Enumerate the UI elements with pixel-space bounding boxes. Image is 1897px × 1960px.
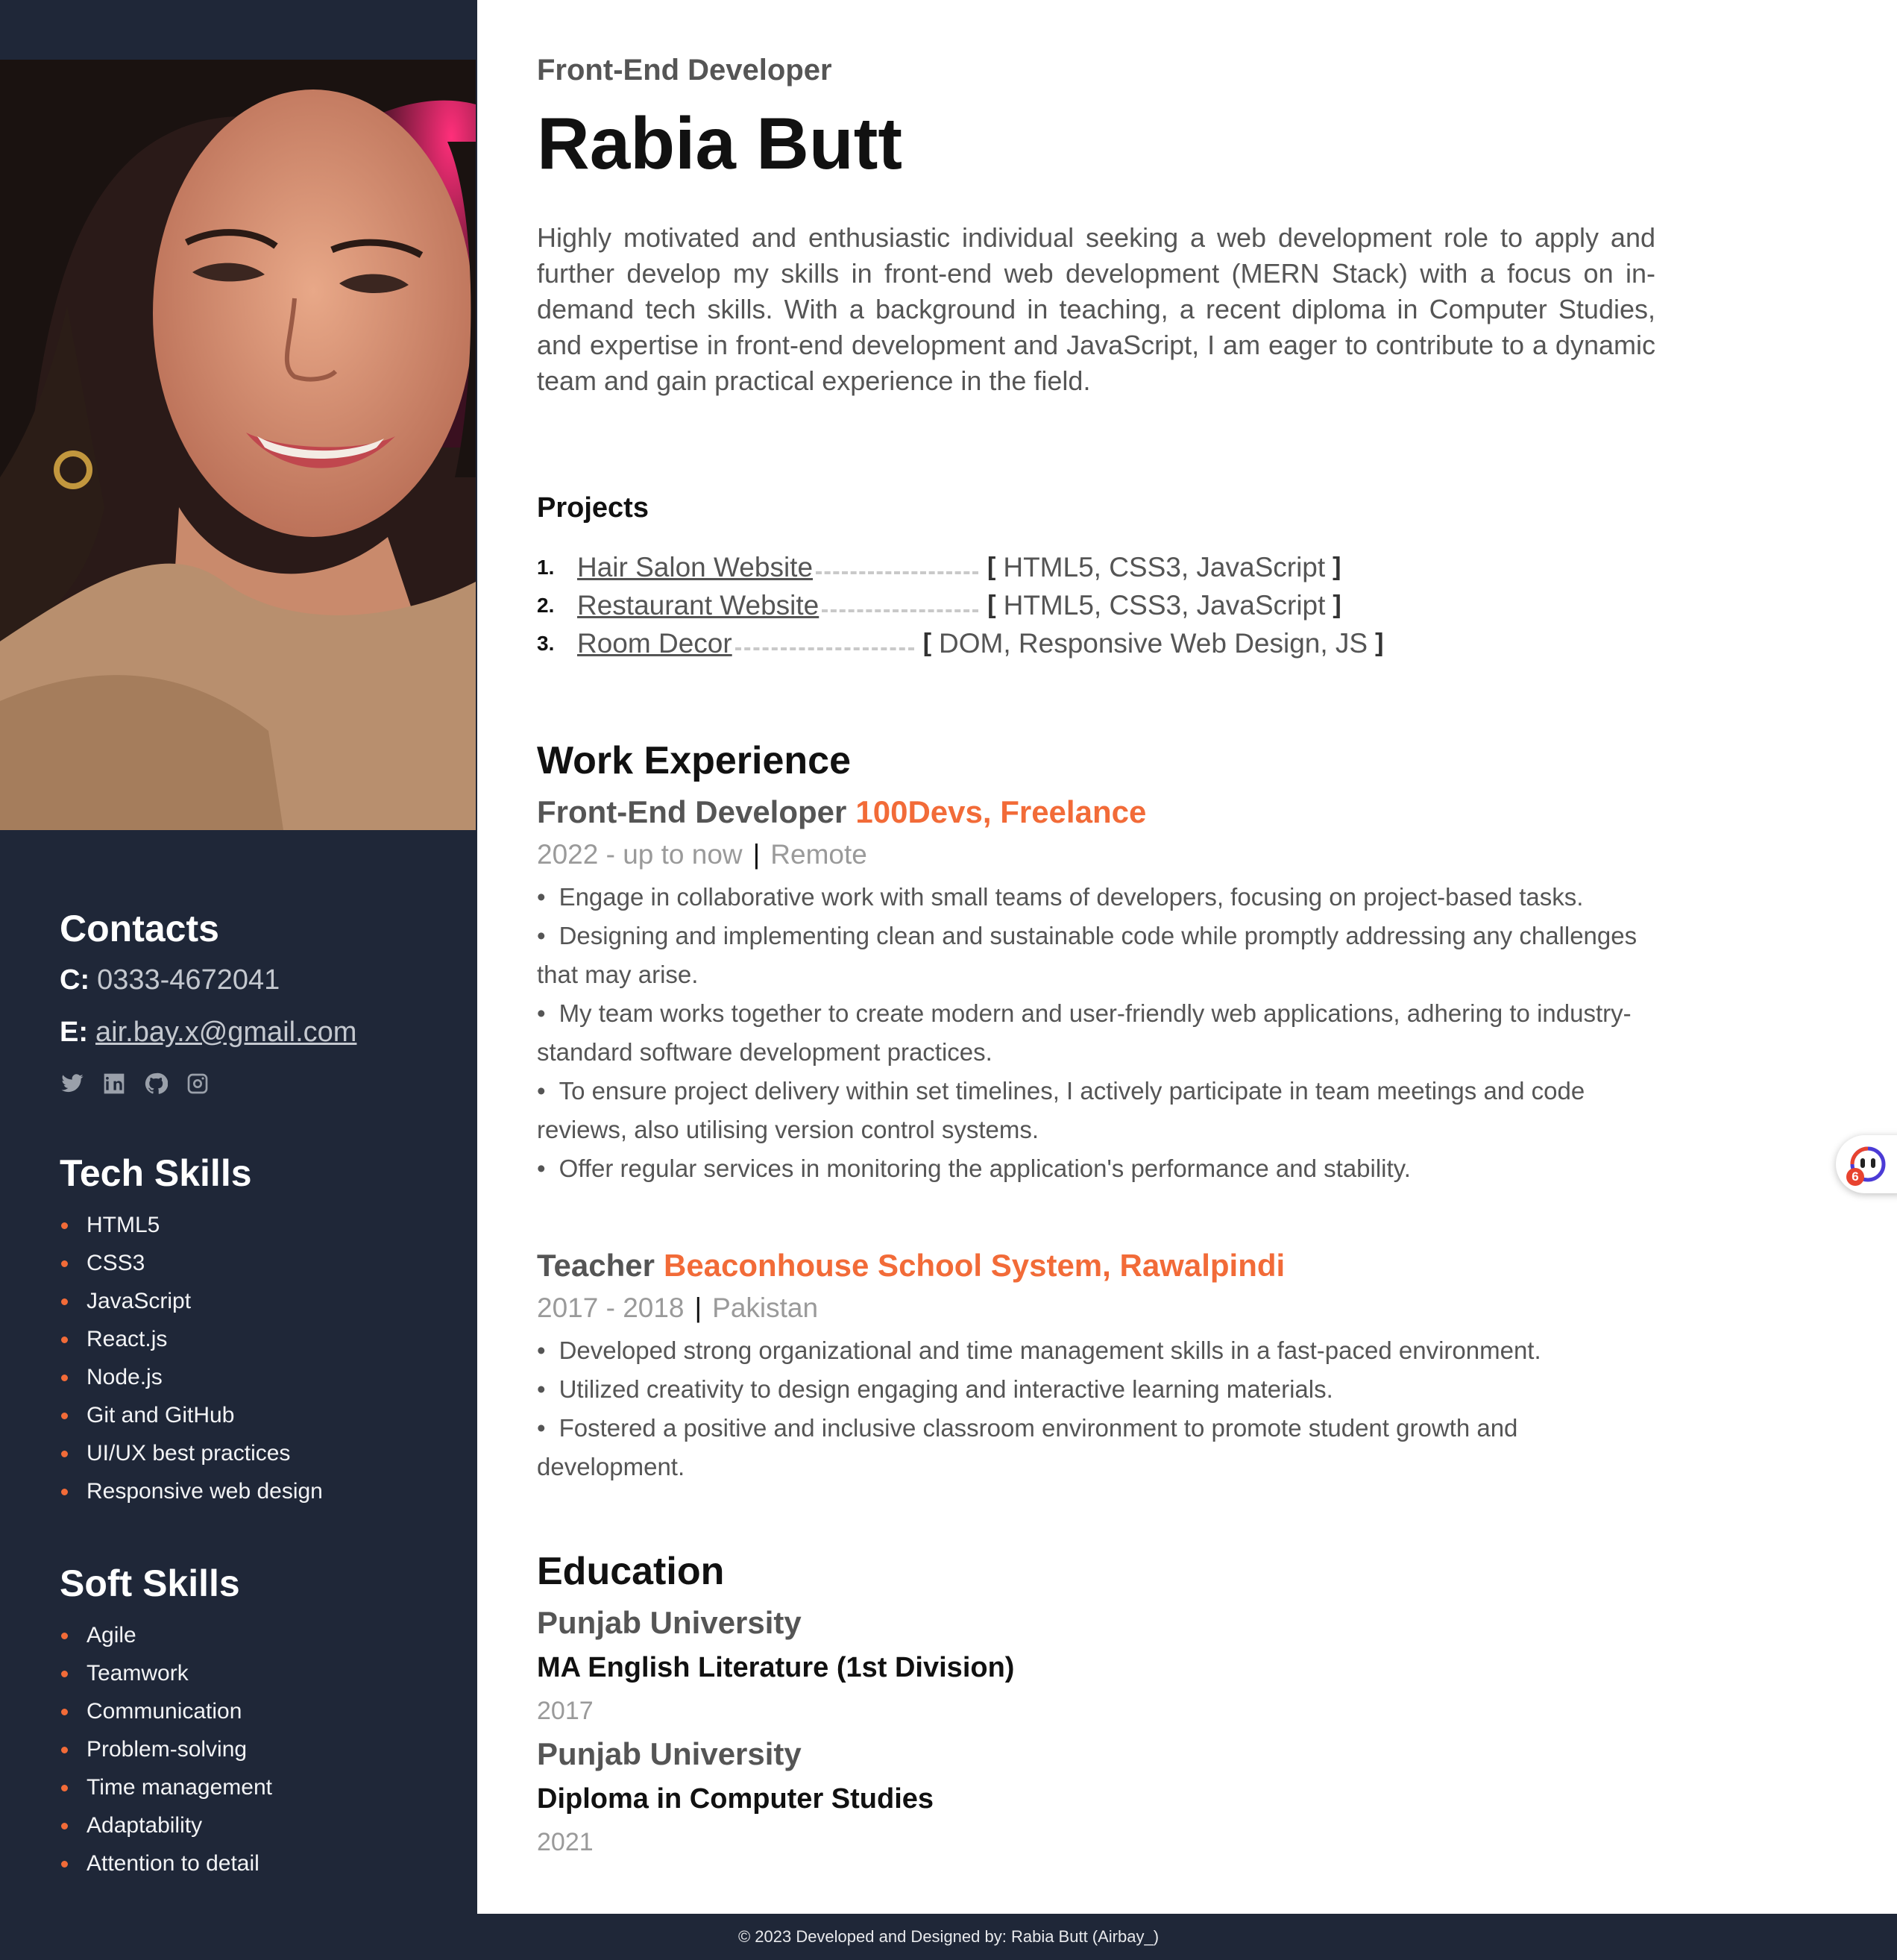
- job-bullet: Fostered a positive and inclusive classr…: [537, 1409, 1655, 1486]
- job-company: Beaconhouse School System, Rawalpindi: [663, 1248, 1286, 1283]
- tech-skills-list: HTML5 CSS3 JavaScript React.js Node.js G…: [60, 1206, 455, 1510]
- bracket-close: ]: [1333, 553, 1341, 581]
- soft-skill-item: Communication: [60, 1692, 455, 1730]
- github-icon[interactable]: [143, 1071, 169, 1096]
- job-bullets: Developed strong organizational and time…: [537, 1331, 1655, 1486]
- work-heading: Work Experience: [537, 739, 852, 782]
- bracket-open: [: [987, 553, 996, 581]
- tech-skill-item: CSS3: [60, 1244, 455, 1282]
- edu-year: 2017: [537, 1697, 594, 1725]
- soft-skill-item: Problem-solving: [60, 1730, 455, 1768]
- tech-skill-item: JavaScript: [60, 1282, 455, 1320]
- project-tech: HTML5, CSS3, JavaScript: [1003, 551, 1326, 582]
- edu-school: Punjab University: [537, 1736, 802, 1771]
- projects-heading: Projects: [537, 492, 649, 524]
- soft-skills-heading: Soft Skills: [60, 1562, 240, 1604]
- bracket-open: [: [922, 629, 932, 657]
- soft-skill-item: Time management: [60, 1768, 455, 1806]
- phone-label: C:: [60, 964, 90, 996]
- project-item: 2. Restaurant Website [ HTML5, CSS3, Jav…: [537, 586, 1655, 624]
- leader-dots: [822, 609, 979, 612]
- job-location: Remote: [770, 839, 867, 870]
- leader-dots: [734, 647, 914, 650]
- contacts-heading: Contacts: [60, 908, 219, 949]
- tech-skill-item: HTML5: [60, 1206, 455, 1244]
- edu-school: Punjab University: [537, 1605, 802, 1640]
- job-bullet: Utilized creativity to design engaging a…: [537, 1370, 1655, 1409]
- meta-separator: |: [752, 839, 761, 870]
- project-tech: DOM, Responsive Web Design, JS: [939, 627, 1368, 659]
- phone-line: C: 0333-4672041: [60, 957, 455, 1003]
- sidebar: Contacts C: 0333-4672041 E: air.bay.x@gmai…: [0, 0, 477, 1914]
- job-company: 100Devs, Freelance: [855, 794, 1147, 829]
- job-bullet: Developed strong organizational and time…: [537, 1331, 1655, 1370]
- tech-skill-item: Node.js: [60, 1358, 455, 1396]
- social-links: [60, 1070, 455, 1097]
- job-bullet: To ensure project delivery within set ti…: [537, 1072, 1655, 1149]
- project-item: 1. Hair Salon Website [ HTML5, CSS3, Jav…: [537, 548, 1655, 586]
- notification-badge: 6: [1846, 1168, 1864, 1186]
- edu-degree: Diploma in Computer Studies: [537, 1783, 934, 1815]
- tech-skill-item: Responsive web design: [60, 1472, 455, 1510]
- job-period: 2017 - 2018: [537, 1292, 685, 1323]
- assistant-extension-button[interactable]: 6: [1836, 1135, 1897, 1193]
- profile-role: Front-End Developer: [537, 54, 832, 87]
- linkedin-icon[interactable]: [101, 1071, 127, 1096]
- instagram-icon[interactable]: [185, 1071, 210, 1096]
- job-period: 2022 - up to now: [537, 839, 743, 870]
- email-line: E: air.bay.x@gmail.com: [60, 1009, 455, 1055]
- edu-degree: MA English Literature (1st Division): [537, 1652, 1015, 1683]
- project-number: 3.: [537, 631, 555, 655]
- email-label: E:: [60, 1017, 88, 1048]
- tech-skill-item: UI/UX best practices: [60, 1434, 455, 1472]
- job-role: Teacher: [537, 1248, 655, 1283]
- projects-list: 1. Hair Salon Website [ HTML5, CSS3, Jav…: [537, 548, 1655, 662]
- project-link[interactable]: Hair Salon Website: [577, 552, 813, 583]
- profile-summary: Highly motivated and enthusiastic indivi…: [537, 222, 1655, 396]
- soft-skill-item: Teamwork: [60, 1654, 455, 1692]
- job-title: Front-End Developer 100Devs, Freelance: [537, 794, 1146, 830]
- project-link[interactable]: Restaurant Website: [577, 590, 819, 621]
- education-heading: Education: [537, 1550, 725, 1593]
- leader-dots: [816, 571, 979, 574]
- profile-photo-image: [0, 60, 476, 830]
- job-meta: 2022 - up to now | Remote: [537, 839, 867, 870]
- project-number: 1.: [537, 555, 555, 579]
- profile-name: Rabia Butt: [537, 102, 902, 184]
- project-link[interactable]: Room Decor: [577, 628, 732, 659]
- job-bullets: Engage in collaborative work with small …: [537, 878, 1655, 1188]
- phone-number: 0333-4672041: [97, 964, 280, 996]
- bracket-open: [: [987, 591, 996, 619]
- soft-skill-item: Adaptability: [60, 1806, 455, 1844]
- soft-skill-item: Agile: [60, 1616, 455, 1654]
- job-bullet: Engage in collaborative work with small …: [537, 878, 1655, 917]
- project-number: 2.: [537, 593, 555, 617]
- bracket-close: ]: [1375, 629, 1384, 657]
- tech-skills-heading: Tech Skills: [60, 1152, 252, 1194]
- soft-skills-list: Agile Teamwork Communication Problem-sol…: [60, 1616, 455, 1882]
- project-item: 3. Room Decor [ DOM, Responsive Web Desi…: [537, 624, 1655, 662]
- job-title: Teacher Beaconhouse School System, Rawalp…: [537, 1248, 1285, 1284]
- edu-year: 2021: [537, 1828, 594, 1856]
- project-tech: HTML5, CSS3, JavaScript: [1003, 589, 1326, 621]
- email-link[interactable]: air.bay.x@gmail.com: [95, 1017, 356, 1048]
- job-meta: 2017 - 2018 | Pakistan: [537, 1292, 818, 1324]
- bracket-close: ]: [1333, 591, 1341, 619]
- job-bullet: Offer regular services in monitoring the…: [537, 1149, 1655, 1188]
- page-footer: © 2023 Developed and Designed by: Rabia …: [0, 1914, 1897, 1960]
- footer-text: © 2023 Developed and Designed by: Rabia …: [737, 1927, 1160, 1946]
- job-role: Front-End Developer: [537, 794, 847, 829]
- tech-skill-item: Git and GitHub: [60, 1396, 455, 1434]
- meta-separator: |: [694, 1292, 702, 1323]
- job-location: Pakistan: [712, 1292, 819, 1323]
- profile-photo: [0, 60, 476, 830]
- tech-skill-item: React.js: [60, 1320, 455, 1358]
- sidebar-content: Contacts C: 0333-4672041 E: air.bay.x@gmai…: [60, 906, 455, 1882]
- job-bullet: Designing and implementing clean and sus…: [537, 917, 1655, 994]
- job-bullet: My team works together to create modern …: [537, 994, 1655, 1072]
- soft-skill-item: Attention to detail: [60, 1844, 455, 1882]
- twitter-icon[interactable]: [60, 1071, 85, 1096]
